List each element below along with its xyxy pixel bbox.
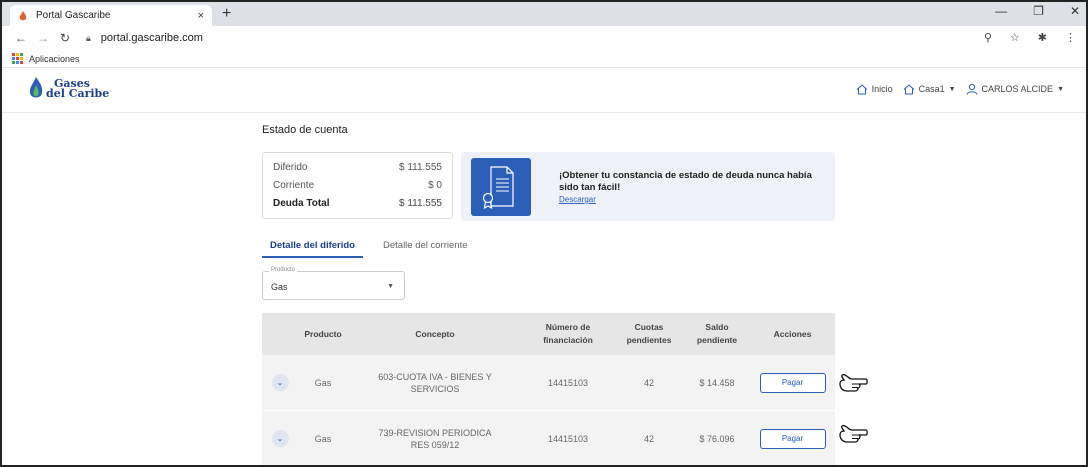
expand-row-chevron-icon[interactable]: ⌄ — [271, 430, 289, 447]
user-icon — [966, 83, 978, 95]
zoom-icon[interactable]: ⚲ — [984, 31, 992, 44]
pointing-hand-icon — [839, 424, 868, 443]
nav-home[interactable]: Inicio — [856, 83, 893, 95]
product-select-label: Producto — [269, 267, 298, 273]
table-header: Producto Concepto Número de financiación … — [262, 313, 835, 355]
tab-detalle-diferido[interactable]: Detalle del diferido — [262, 238, 363, 258]
summary-row-diferido: Diferido $ 111.555 — [273, 159, 442, 177]
lock-icon[interactable]: 🔒︎ — [86, 33, 91, 44]
address-bar: ← → ↻ 🔒︎ portal.gascaribe.com ⚲ ☆ ✱ ⋮ — [2, 26, 1086, 50]
top-navigation: Inicio Casa1 ▼ CARLOS ALCIDE ▼ — [856, 83, 1064, 95]
header-cuotas-pendientes: Cuotas pendientes — [626, 322, 672, 345]
browser-window: Portal Gascaribe × + — ❐ ✕ ← → ↻ 🔒︎ port… — [0, 0, 1088, 467]
favicon-flame-icon — [19, 10, 27, 20]
back-icon[interactable]: ← — [10, 31, 32, 45]
pointing-hand-icon — [839, 373, 868, 392]
page-title: Estado de cuenta — [262, 124, 348, 136]
product-select-value: Gas — [271, 282, 288, 292]
cell-numero: 14415103 — [547, 377, 589, 388]
tab-strip: Portal Gascaribe × + — ❐ ✕ — [2, 2, 1086, 26]
apps-grid-icon[interactable] — [12, 53, 23, 64]
cell-cuotas: 42 — [643, 433, 654, 444]
cell-concepto: 739-REVISION PERIODICA RES 059/12 — [378, 427, 492, 450]
summary-value: $ 0 — [428, 180, 442, 191]
summary-value: $ 111.555 — [398, 198, 442, 209]
tab-detalle-corriente[interactable]: Detalle del corriente — [375, 238, 476, 258]
summary-row-total: Deuda Total $ 111.555 — [273, 195, 442, 213]
nav-user-label: CARLOS ALCIDE — [981, 84, 1054, 94]
bookmarks-bar: Aplicaciones — [2, 50, 1086, 68]
extensions-icon[interactable]: ✱ — [1038, 31, 1047, 44]
download-link[interactable]: Descargar — [559, 195, 596, 204]
home-icon — [856, 83, 867, 94]
expand-row-chevron-icon[interactable]: ⌄ — [271, 374, 289, 391]
pay-button[interactable]: Pagar — [759, 372, 826, 393]
header-producto: Producto — [304, 328, 342, 339]
cell-concepto: 603-CUOTA IVA - BIENES Y SERVICIOS — [378, 371, 492, 394]
browser-tab[interactable]: Portal Gascaribe × — [10, 5, 212, 26]
nav-house-dropdown[interactable]: Casa1 ▼ — [903, 83, 956, 95]
debt-certificate-banner: ¡Obtener tu constancia de estado de deud… — [461, 152, 835, 221]
cell-numero: 14415103 — [547, 433, 589, 444]
summary-value: $ 111.555 — [398, 162, 442, 173]
header-saldo-pendiente: Saldo pendiente — [696, 322, 738, 345]
nav-house-label: Casa1 — [918, 84, 945, 94]
url-field[interactable]: portal.gascaribe.com — [101, 32, 203, 44]
summary-row-corriente: Corriente $ 0 — [273, 177, 442, 195]
logo-line-2: del Caribe — [46, 87, 110, 100]
summary-label: Diferido — [273, 162, 308, 173]
summary-label: Corriente — [273, 180, 315, 191]
address-bar-actions: ⚲ ☆ ✱ ⋮ — [984, 31, 1076, 44]
nav-home-label: Inicio — [871, 84, 893, 94]
deferred-debt-table: Producto Concepto Número de financiación … — [262, 313, 835, 465]
product-select[interactable]: Producto Gas ▼ — [262, 267, 405, 300]
header-numero-financiacion: Número de financiación — [543, 322, 593, 345]
maximize-button[interactable]: ❐ — [1033, 4, 1044, 18]
reload-icon[interactable]: ↻ — [54, 31, 76, 45]
cell-producto: Gas — [314, 433, 332, 444]
chevron-down-icon: ▼ — [1057, 85, 1064, 93]
star-icon[interactable]: ☆ — [1010, 31, 1020, 44]
detail-tabs: Detalle del diferido Detalle del corrien… — [262, 238, 476, 260]
summary-label: Deuda Total — [273, 198, 330, 209]
site-header: Gases del Caribe Inicio Casa1 ▼ CARLOS A… — [2, 69, 1086, 113]
header-acciones: Acciones — [773, 328, 812, 339]
table-row: ⌄ Gas 739-REVISION PERIODICA RES 059/12 1… — [262, 411, 835, 465]
account-summary-card: Diferido $ 111.555 Corriente $ 0 Deuda T… — [262, 152, 453, 219]
document-certificate-icon — [471, 158, 531, 216]
cell-saldo: $ 14.458 — [699, 377, 735, 388]
close-window-button[interactable]: ✕ — [1070, 4, 1080, 18]
gases-del-caribe-logo[interactable]: Gases del Caribe — [28, 77, 109, 101]
new-tab-button[interactable]: + — [222, 5, 231, 23]
bookmark-apps-link[interactable]: Aplicaciones — [29, 54, 80, 64]
banner-heading: ¡Obtener tu constancia de estado de deud… — [559, 170, 812, 193]
logo-flame-icon — [29, 77, 43, 98]
cell-saldo: $ 76.096 — [699, 433, 735, 444]
chevron-down-icon: ▼ — [387, 283, 394, 290]
window-controls: — ❐ ✕ — [995, 4, 1080, 18]
cell-cuotas: 42 — [643, 377, 654, 388]
chevron-down-icon: ▼ — [948, 85, 956, 93]
tab-close-button[interactable]: × — [198, 10, 204, 22]
forward-icon[interactable]: → — [32, 31, 54, 45]
pay-button[interactable]: Pagar — [759, 428, 826, 449]
nav-user-dropdown[interactable]: CARLOS ALCIDE ▼ — [966, 83, 1064, 95]
cell-producto: Gas — [314, 377, 332, 388]
home-icon — [903, 83, 914, 94]
table-row: ⌄ Gas 603-CUOTA IVA - BIENES Y SERVICIOS … — [262, 355, 835, 411]
menu-icon[interactable]: ⋮ — [1065, 31, 1076, 44]
logo-text: Gases del Caribe — [46, 78, 110, 100]
tab-title: Portal Gascaribe — [36, 10, 111, 21]
minimize-button[interactable]: — — [995, 4, 1007, 18]
header-concepto: Concepto — [415, 328, 455, 339]
